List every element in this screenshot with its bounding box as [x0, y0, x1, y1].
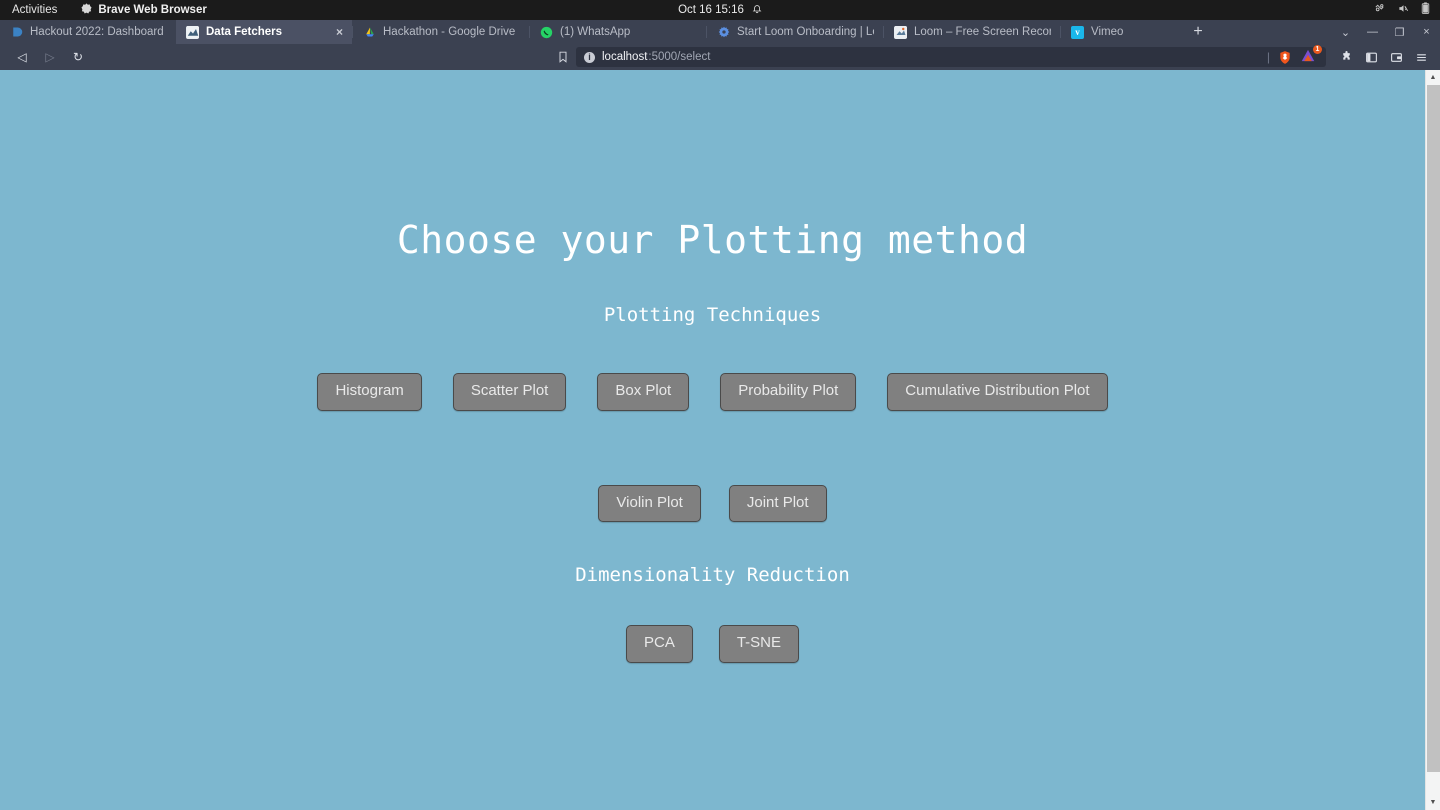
activities-button[interactable]: Activities — [0, 4, 69, 16]
browser-tab[interactable]: Start Loom Onboarding | Loo… — [707, 20, 883, 44]
tab-title: Data Fetchers — [206, 26, 283, 38]
tab-title: Start Loom Onboarding | Loo… — [737, 26, 874, 38]
extension-badge-count: 1 — [1313, 45, 1322, 54]
window-controls: ⌄ — ❐ × — [1332, 20, 1440, 44]
close-window-button[interactable]: × — [1413, 20, 1440, 44]
battery-icon — [1421, 2, 1430, 18]
section-heading-plotting-techniques: Plotting Techniques — [603, 304, 822, 326]
tab-title: Vimeo — [1091, 26, 1124, 38]
toolbar-icons — [1330, 50, 1432, 64]
network-icon — [1373, 3, 1386, 18]
url-host: localhost — [602, 51, 648, 63]
box-plot-button[interactable]: Box Plot — [597, 373, 690, 411]
tab-strip: Hackout 2022: Dashboard | D… Data Fetche… — [0, 20, 1440, 44]
page-content: Choose your Plotting method Plotting Tec… — [0, 70, 1425, 810]
browser-tab-active[interactable]: Data Fetchers × — [176, 20, 352, 44]
loom-icon — [894, 25, 907, 39]
whatsapp-icon — [540, 26, 553, 39]
vimeo-icon: v — [1071, 25, 1084, 39]
new-tab-button[interactable]: + — [1181, 20, 1215, 44]
extension-triangle-icon[interactable]: 1 — [1300, 45, 1322, 66]
blue-square-icon — [10, 26, 23, 39]
browser-tab[interactable]: Loom – Free Screen Recorder — [884, 20, 1060, 44]
loom-gear-icon — [717, 26, 730, 39]
active-application-name: Brave Web Browser — [98, 4, 207, 16]
page-scrollbar[interactable]: ▲ ▼ — [1425, 70, 1440, 810]
cumulative-distribution-plot-button[interactable]: Cumulative Distribution Plot — [887, 373, 1108, 411]
plotting-techniques-row-2: Violin Plot Joint Plot — [0, 484, 1425, 522]
volume-muted-icon — [1397, 3, 1410, 18]
browser-menu-icon[interactable] — [1415, 51, 1428, 64]
scrollbar-thumb[interactable] — [1426, 85, 1440, 772]
reload-button[interactable]: ↻ — [64, 45, 92, 69]
omnibox-area: i localhost :5000/select | 1 — [96, 45, 1326, 67]
url-path: :5000/select — [648, 51, 711, 63]
brave-wallet-icon[interactable] — [1390, 51, 1403, 64]
omnibox-separator: | — [1266, 50, 1270, 64]
joint-plot-button[interactable]: Joint Plot — [728, 484, 827, 522]
browser-tab[interactable]: (1) WhatsApp — [530, 20, 706, 44]
tab-search-button[interactable]: ⌄ — [1332, 20, 1359, 44]
pca-button[interactable]: PCA — [625, 625, 693, 663]
probability-plot-button[interactable]: Probability Plot — [720, 373, 857, 411]
site-info-icon[interactable]: i — [584, 51, 595, 63]
browser-tab[interactable]: Hackout 2022: Dashboard | D… — [0, 20, 176, 44]
clock-label: Oct 16 15:16 — [678, 4, 744, 16]
tab-title: (1) WhatsApp — [560, 26, 631, 38]
browser-tab[interactable]: Hackathon - Google Drive — [353, 20, 529, 44]
brave-shield-icon[interactable] — [1277, 49, 1293, 65]
tsne-button[interactable]: T-SNE — [718, 625, 800, 663]
back-button[interactable]: ◁ — [8, 45, 36, 69]
scrollbar-track[interactable] — [1426, 85, 1440, 795]
plotting-techniques-row-1: Histogram Scatter Plot Box Plot Probabil… — [0, 373, 1425, 411]
tab-title: Loom – Free Screen Recorder — [914, 26, 1051, 38]
browser-chrome: Hackout 2022: Dashboard | D… Data Fetche… — [0, 20, 1440, 70]
dimensionality-reduction-row: PCA T-SNE — [0, 625, 1425, 663]
extensions-puzzle-icon[interactable] — [1340, 50, 1353, 64]
matplotlib-icon — [186, 25, 199, 39]
sidebar-toggle-icon[interactable] — [1365, 51, 1378, 64]
tab-title: Hackout 2022: Dashboard | D… — [30, 26, 167, 38]
brave-lion-icon — [81, 2, 92, 18]
close-tab-icon[interactable]: × — [332, 25, 343, 39]
desktop-top-bar: Activities Brave Web Browser Oct 16 15:1… — [0, 0, 1440, 20]
page-viewport: Choose your Plotting method Plotting Tec… — [0, 70, 1440, 810]
browser-tab[interactable]: v Vimeo — [1061, 20, 1181, 44]
violin-plot-button[interactable]: Violin Plot — [598, 484, 701, 522]
address-bar[interactable]: i localhost :5000/select | 1 — [576, 45, 1326, 67]
histogram-button[interactable]: Histogram — [317, 373, 422, 411]
bell-icon — [752, 3, 762, 18]
google-drive-icon — [363, 26, 376, 39]
active-application-indicator[interactable]: Brave Web Browser — [81, 2, 207, 18]
navigation-toolbar: ◁ ▷ ↻ i localhost :5000/select | 1 — [0, 44, 1440, 70]
page-title: Choose your Plotting method — [396, 218, 1029, 262]
maximize-button[interactable]: ❐ — [1386, 20, 1413, 44]
tab-title: Hackathon - Google Drive — [383, 26, 516, 38]
system-tray[interactable] — [1373, 0, 1430, 20]
scatter-plot-button[interactable]: Scatter Plot — [452, 373, 567, 411]
forward-button[interactable]: ▷ — [36, 45, 64, 69]
minimize-button[interactable]: — — [1359, 20, 1386, 44]
scroll-down-icon[interactable]: ▼ — [1426, 795, 1440, 810]
clock-area[interactable]: Oct 16 15:16 — [678, 3, 762, 18]
bookmark-icon[interactable] — [550, 47, 576, 67]
scroll-up-icon[interactable]: ▲ — [1426, 70, 1440, 85]
section-heading-dimensionality-reduction: Dimensionality Reduction — [575, 564, 850, 586]
